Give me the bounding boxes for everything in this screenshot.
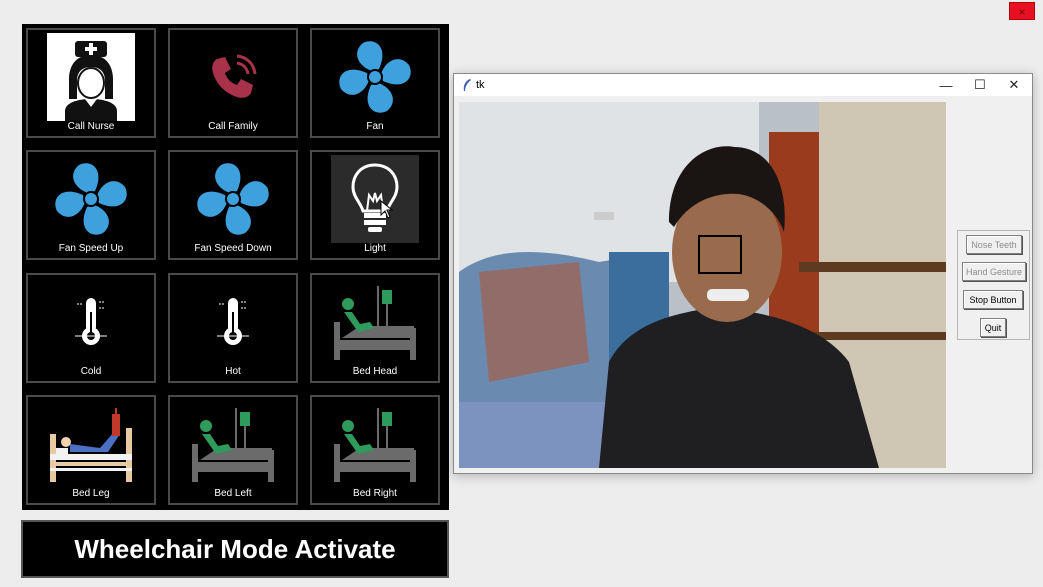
webcam-image — [459, 102, 946, 468]
bed-icon — [192, 408, 274, 482]
tile-label: Bed Leg — [72, 488, 110, 499]
feather-icon — [463, 79, 471, 91]
tk-window: tk — ☐ ✕ Nose Teeth Hand Gesture Stop Bu — [453, 73, 1033, 474]
thermometer-icon — [217, 298, 249, 345]
tile-label: Call Nurse — [67, 121, 115, 132]
thermometer-icon — [75, 298, 107, 345]
quit-button[interactable]: Quit — [980, 318, 1006, 337]
nose-teeth-button[interactable]: Nose Teeth — [966, 235, 1022, 254]
nurse-icon — [47, 33, 135, 121]
tile-label: Fan Speed Up — [58, 243, 124, 254]
tile-call-family[interactable]: Call Family — [168, 28, 298, 138]
fan-icon — [339, 41, 411, 113]
screen-close-button[interactable]: × — [1009, 2, 1035, 20]
tile-fan-speed-up[interactable]: Fan Speed Up — [26, 150, 156, 260]
fan-icon — [197, 163, 269, 235]
tile-bed-right[interactable]: Bed Right — [310, 395, 440, 505]
bed-leg-icon — [50, 408, 132, 482]
minimize-button[interactable]: — — [929, 74, 963, 96]
stop-button[interactable]: Stop Button — [963, 290, 1023, 309]
close-button[interactable]: ✕ — [997, 74, 1031, 96]
tile-bed-leg[interactable]: Bed Leg — [26, 395, 156, 505]
phone-icon — [212, 54, 257, 98]
tile-label: Bed Right — [353, 488, 397, 499]
lightbulb-icon — [331, 155, 419, 243]
window-titlebar[interactable]: tk — ☐ ✕ — [454, 74, 1032, 96]
tile-cold[interactable]: Cold — [26, 273, 156, 383]
maximize-button[interactable]: ☐ — [963, 74, 997, 96]
tile-light[interactable]: Light — [310, 150, 440, 260]
tile-label: Hot — [225, 366, 241, 377]
tile-label: Call Family — [208, 121, 258, 132]
tile-label: Cold — [80, 366, 102, 377]
tile-label: Fan Speed Down — [194, 243, 272, 254]
tile-bed-left[interactable]: Bed Left — [168, 395, 298, 505]
control-buttons-panel: Nose Teeth Hand Gesture Stop Button Quit — [957, 230, 1030, 340]
bed-icon — [334, 286, 416, 360]
hand-gesture-button[interactable]: Hand Gesture — [962, 262, 1026, 281]
mode-status-banner: Wheelchair Mode Activate — [21, 520, 449, 578]
tile-label: Fan — [366, 121, 384, 132]
bed-icon — [334, 408, 416, 482]
window-title: tk — [476, 79, 485, 91]
tile-bed-head[interactable]: Bed Head — [310, 273, 440, 383]
webcam-feed — [459, 102, 946, 468]
tile-fan-speed-down[interactable]: Fan Speed Down — [168, 150, 298, 260]
tile-hot[interactable]: Hot — [168, 273, 298, 383]
tile-call-nurse[interactable]: Call Nurse — [26, 28, 156, 138]
control-grid: Call Nurse Call Family Fan Fan Speed Up … — [22, 24, 449, 510]
tile-fan[interactable]: Fan — [310, 28, 440, 138]
fan-icon — [55, 163, 127, 235]
tile-label: Bed Head — [352, 366, 398, 377]
tile-label: Light — [364, 243, 386, 254]
tile-label: Bed Left — [214, 488, 252, 499]
